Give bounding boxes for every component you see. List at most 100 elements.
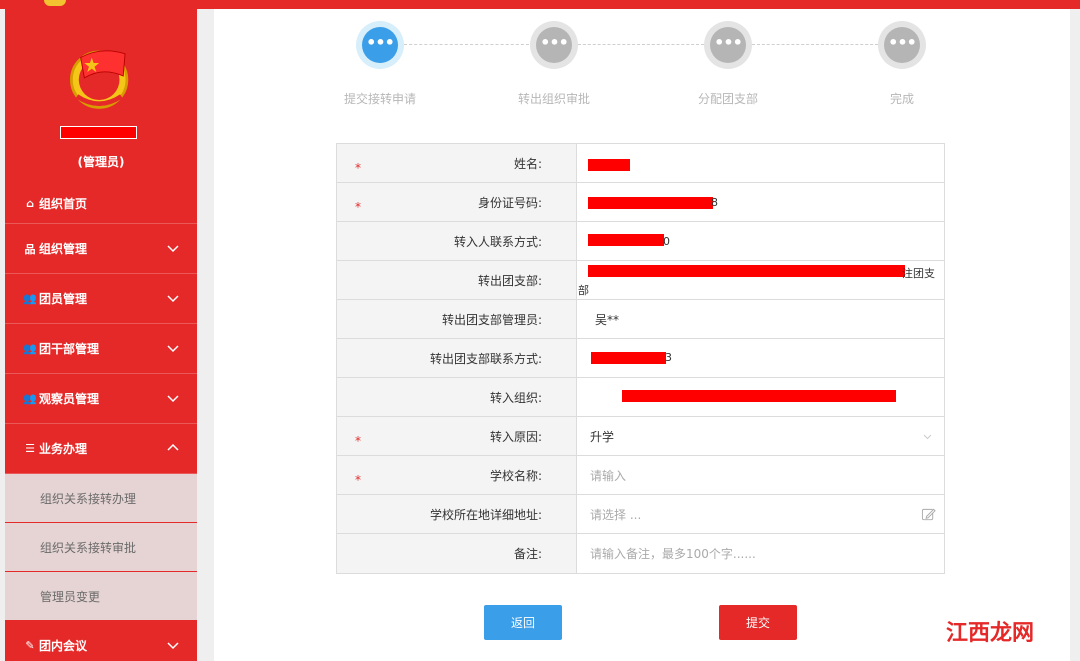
- required-mark: *: [355, 161, 361, 175]
- name-value: [577, 144, 944, 182]
- chevron-down-icon: [167, 395, 179, 403]
- menu-item-label: 团内会议: [39, 639, 88, 653]
- required-mark: *: [355, 200, 361, 214]
- menu-item-org-management[interactable]: 品 组织管理: [5, 224, 197, 274]
- note-placeholder: 请输入备注，最多100个字......: [590, 547, 756, 561]
- required-mark: *: [355, 473, 361, 487]
- form-row-from-admin: 转出团支部管理员: 吴**: [337, 300, 944, 339]
- step-3-label: 分配团支部: [697, 92, 758, 106]
- form-row-address[interactable]: 学校所在地详细地址: 请选择 ...: [337, 495, 944, 534]
- form-row-from-branch: 转出团支部: 注团支 部: [337, 261, 944, 300]
- list-icon: ☰: [25, 442, 35, 455]
- note-textarea[interactable]: 请输入备注，最多100个字......: [577, 534, 944, 573]
- field-label: 转出团支部:: [337, 261, 577, 299]
- top-bar: [0, 0, 1080, 9]
- chevron-down-icon: [167, 642, 179, 650]
- field-label: 转出团支部联系方式:: [337, 339, 577, 377]
- users-icon: 👥: [23, 342, 37, 355]
- menu-item-observer-management[interactable]: 👥 观察员管理: [5, 374, 197, 424]
- school-name-input[interactable]: 请输入: [577, 456, 944, 494]
- chevron-down-icon: [167, 295, 179, 303]
- field-label: * 姓名:: [337, 144, 577, 182]
- field-label: 转出团支部管理员:: [337, 300, 577, 338]
- menu-item-label: 组织首页: [39, 197, 88, 211]
- form-row-from-contact: 转出团支部联系方式: 3: [337, 339, 944, 378]
- menu-item-label: 团员管理: [39, 292, 88, 306]
- form-row-id: * 身份证号码: 8: [337, 183, 944, 222]
- more-icon: •••: [884, 27, 920, 63]
- main-content: ••• ••• ••• ••• 提交接转申请 转出组织审批 分配团支部 完成 *…: [214, 9, 1070, 661]
- menu-item-label: 团干部管理: [39, 342, 100, 356]
- reason-selected-value: 升学: [590, 429, 615, 444]
- step-1-label: 提交接转申请: [343, 92, 416, 106]
- form-row-reason[interactable]: * 转入原因: 升学: [337, 417, 944, 456]
- logo-sliver: [44, 0, 66, 6]
- menu-item-cadre-management[interactable]: 👥 团干部管理: [5, 324, 197, 374]
- form-row-contact: 转入人联系方式: 0: [337, 222, 944, 261]
- step-connector: [578, 44, 704, 45]
- back-button[interactable]: 返回: [484, 605, 562, 640]
- sitemap-icon: 品: [24, 242, 36, 256]
- from-contact-value: 3: [577, 339, 944, 377]
- field-label: * 学校名称:: [337, 456, 577, 494]
- edit-icon: ✎: [25, 639, 35, 652]
- submenu-item-transfer-approve[interactable]: 组织关系接转审批: [5, 523, 197, 572]
- id-tail: 8: [711, 196, 718, 209]
- menu-item-label: 业务办理: [39, 442, 88, 456]
- field-label: * 转入原因:: [337, 417, 577, 455]
- id-value: 8: [577, 183, 944, 221]
- step-4-label: 完成: [889, 92, 914, 106]
- required-mark: *: [355, 434, 361, 448]
- watermark-logo: 江西龙网: [946, 621, 1034, 646]
- league-emblem-icon: [70, 50, 129, 109]
- chevron-down-icon: [923, 434, 932, 440]
- menu-item-label: 观察员管理: [39, 392, 100, 406]
- more-icon: •••: [362, 27, 398, 63]
- form-row-to-org: 转入组织:: [337, 378, 944, 417]
- reason-select[interactable]: 升学: [577, 417, 944, 455]
- menu-item-business[interactable]: ☰ 业务办理: [5, 424, 197, 474]
- submit-button[interactable]: 提交: [719, 605, 797, 640]
- more-icon: •••: [536, 27, 572, 63]
- step-4-circle: •••: [878, 21, 926, 69]
- field-label: 转入人联系方式:: [337, 222, 577, 260]
- sidebar: (管理员) ⌂ 组织首页 品 组织管理 👥 团员管理 👥 团干部管理 👥 观察员…: [5, 9, 197, 661]
- step-1-circle: •••: [356, 21, 404, 69]
- sidebar-brand: (管理员): [5, 9, 197, 184]
- submenu-item-transfer-handle[interactable]: 组织关系接转办理: [5, 474, 197, 523]
- chevron-up-icon: [167, 443, 179, 451]
- user-role: (管理员): [77, 155, 125, 169]
- field-label: 学校所在地详细地址:: [337, 495, 577, 533]
- school-placeholder: 请输入: [590, 468, 627, 483]
- form-row-school[interactable]: * 学校名称: 请输入: [337, 456, 944, 495]
- progress-steps: ••• ••• ••• ••• 提交接转申请 转出组织审批 分配团支部 完成: [214, 9, 1070, 129]
- redaction-bar: [588, 197, 713, 209]
- submenu-item-admin-change[interactable]: 管理员变更: [5, 572, 197, 621]
- users-icon: 👥: [23, 392, 37, 405]
- field-label: 转入组织:: [337, 378, 577, 416]
- field-label: 备注:: [337, 534, 577, 573]
- contact-value: 0: [577, 222, 944, 260]
- menu-item-org-home[interactable]: ⌂ 组织首页: [5, 184, 197, 224]
- from-contact-tail: 3: [665, 351, 672, 364]
- form-row-note[interactable]: 备注: 请输入备注，最多100个字......: [337, 534, 944, 573]
- address-picker[interactable]: 请选择 ...: [577, 495, 944, 533]
- form-row-name: * 姓名:: [337, 144, 944, 183]
- step-2-circle: •••: [530, 21, 578, 69]
- step-connector: [752, 44, 878, 45]
- menu-item-member-management[interactable]: 👥 团员管理: [5, 274, 197, 324]
- more-icon: •••: [710, 27, 746, 63]
- svg-text:江西龙网: 江西龙网: [946, 621, 1034, 646]
- redaction-bar: [588, 234, 664, 246]
- from-branch-wrap: 部: [578, 284, 589, 297]
- to-org-value: [577, 378, 944, 416]
- menu-item-meetings[interactable]: ✎ 团内会议: [5, 621, 197, 661]
- chevron-down-icon: [167, 345, 179, 353]
- redaction-bar: [622, 390, 896, 402]
- edit-icon[interactable]: [921, 507, 936, 522]
- step-3-circle: •••: [704, 21, 752, 69]
- from-branch-value: 注团支 部: [577, 261, 944, 299]
- field-label: * 身份证号码:: [337, 183, 577, 221]
- redacted-username: [60, 126, 137, 139]
- home-icon: ⌂: [26, 197, 34, 210]
